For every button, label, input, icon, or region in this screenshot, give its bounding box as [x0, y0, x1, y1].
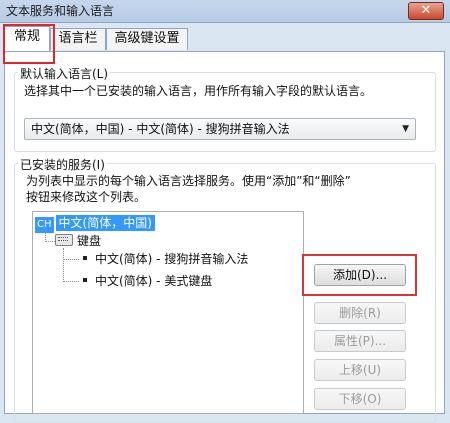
- chevron-down-icon: ▼: [402, 124, 409, 134]
- default-language-label: 默认输入语言(L): [18, 65, 111, 82]
- default-language-description: 选择其中一个已安装的输入语言，用作所有输入字段的默认语言。: [24, 84, 373, 98]
- language-name: 中文(简体，中国): [55, 215, 155, 231]
- installed-services-label: 已安装的服务(I): [18, 156, 107, 173]
- bullet-icon: [83, 256, 87, 260]
- tree-connector: [63, 259, 79, 260]
- close-icon: ✕: [420, 3, 432, 18]
- default-language-value: 中文(简体，中国) - 中文(简体) - 搜狗拼音输入法: [31, 122, 290, 136]
- tab-language-bar-label: 语言栏: [58, 31, 98, 46]
- services-tree[interactable]: CH 中文(简体，中国) 键盘 中文(简体) - 搜狗拼音输入法 中文(简体) -…: [32, 211, 304, 414]
- tree-service-item[interactable]: 中文(简体) - 搜狗拼音输入法: [83, 250, 248, 268]
- close-button[interactable]: ✕: [408, 2, 444, 20]
- tree-service-item[interactable]: 中文(简体) - 美式键盘: [83, 272, 212, 290]
- keyboard-icon: [55, 234, 73, 246]
- window-title: 文本服务和输入语言: [6, 4, 115, 18]
- tree-connector: [45, 241, 55, 242]
- tree-keyboard-node[interactable]: 键盘: [55, 232, 101, 250]
- service-item-label: 中文(简体) - 美式键盘: [95, 274, 213, 288]
- add-button[interactable]: 添加(D)...: [314, 264, 406, 286]
- remove-button[interactable]: 删除(R): [314, 302, 406, 324]
- tab-strip: 常规 语言栏 高级键设置: [0, 26, 450, 52]
- tab-advanced-key-settings[interactable]: 高级键设置: [106, 28, 188, 50]
- title-bar: 文本服务和输入语言 ✕: [0, 0, 450, 23]
- installed-services-description-1: 为列表中显示的每个输入语言选择服务。使用“添加”和“删除”: [26, 174, 351, 188]
- bullet-icon: [83, 278, 87, 282]
- move-up-button[interactable]: 上移(U): [314, 359, 406, 381]
- tab-language-bar[interactable]: 语言栏: [50, 28, 106, 50]
- tab-advanced-key-settings-label: 高级键设置: [114, 31, 180, 46]
- tab-general[interactable]: 常规: [4, 26, 50, 51]
- keyboard-category-label: 键盘: [77, 234, 102, 248]
- service-item-label: 中文(简体) - 搜狗拼音输入法: [95, 252, 249, 266]
- properties-button[interactable]: 属性(P)...: [314, 330, 406, 352]
- tree-language-node[interactable]: CH 中文(简体，中国): [35, 214, 155, 233]
- tree-connector: [63, 248, 64, 282]
- tree-connector: [63, 281, 79, 282]
- default-language-select[interactable]: 中文(简体，中国) - 中文(简体) - 搜狗拼音输入法 ▼: [24, 118, 416, 140]
- tab-general-label: 常规: [13, 29, 40, 44]
- installed-services-description-2: 按钮来修改这个列表。: [26, 190, 147, 204]
- move-down-button[interactable]: 下移(O): [314, 388, 406, 410]
